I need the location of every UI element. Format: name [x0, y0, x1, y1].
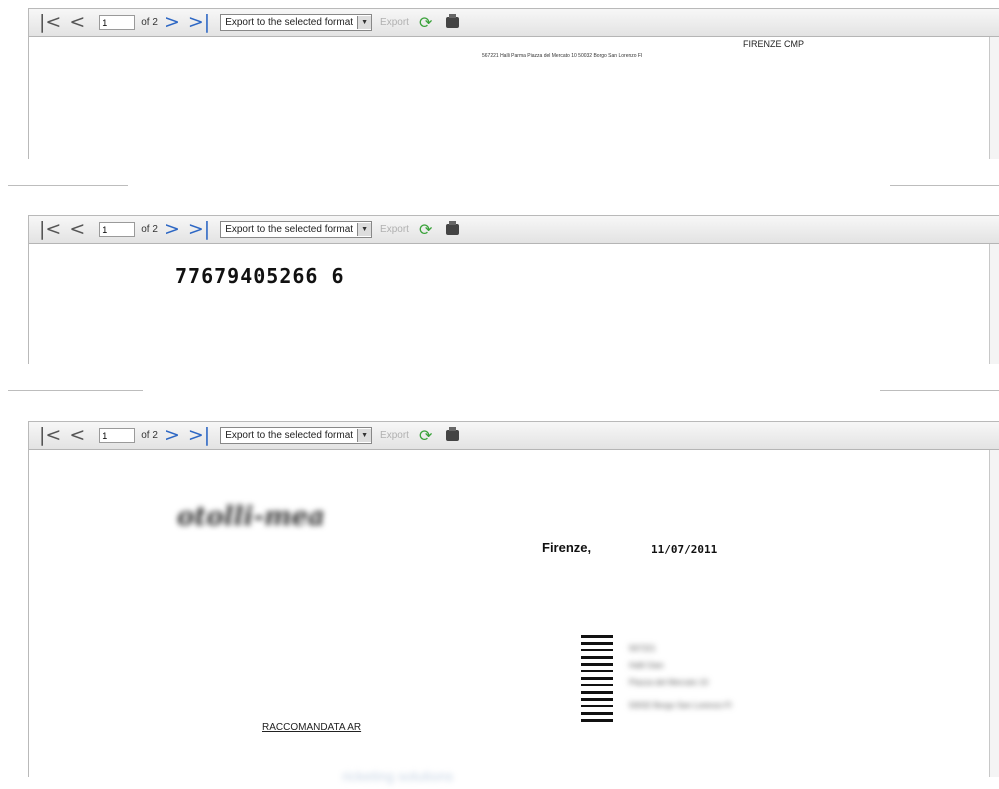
page-count-label: of 2: [141, 430, 158, 441]
divider: [8, 185, 128, 186]
next-page-icon[interactable]: >: [164, 426, 180, 445]
report-viewer-panel-1: |< < of 2 > >| Export to the selected fo…: [28, 8, 999, 159]
barcode: [581, 635, 613, 722]
divider: [890, 185, 999, 186]
divider: [880, 390, 999, 391]
vertical-scrollbar[interactable]: [989, 37, 999, 159]
divider: [8, 390, 143, 391]
page-count-label: of 2: [141, 17, 158, 28]
recipient-block: 567221 Halli Gian Piazza del Mercato 10 …: [629, 640, 732, 714]
print-icon[interactable]: [446, 221, 460, 235]
page-count-label: of 2: [141, 224, 158, 235]
vertical-scrollbar[interactable]: [989, 450, 999, 777]
viewer-toolbar: |< < of 2 > >| Export to the selected fo…: [29, 216, 999, 244]
report-page: FIRENZE CMP 567221 Halli Parma Piazza de…: [29, 37, 999, 158]
export-button[interactable]: Export: [380, 17, 409, 28]
viewer-toolbar: |< < of 2 > >| Export to the selected fo…: [29, 9, 999, 37]
export-button[interactable]: Export: [380, 224, 409, 235]
city-label: Firenze,: [542, 540, 592, 555]
report-page: otolli-mea Firenze, 11/07/2011 567221 Ha…: [29, 450, 999, 776]
next-page-icon[interactable]: >: [164, 13, 180, 32]
tracking-number: 77679405266 6: [175, 264, 345, 288]
next-page-icon[interactable]: >: [164, 220, 180, 239]
prev-page-icon[interactable]: <: [69, 220, 85, 239]
page-number-input[interactable]: [99, 15, 136, 30]
print-icon[interactable]: [446, 427, 460, 441]
chevron-down-icon[interactable]: ▼: [357, 223, 372, 236]
vertical-scrollbar[interactable]: [989, 244, 999, 364]
company-logo: otolli-mea: [177, 502, 326, 532]
report-page: 77679405266 6: [29, 244, 999, 363]
page-number-input[interactable]: [99, 222, 136, 237]
chevron-down-icon[interactable]: ▼: [357, 16, 372, 29]
refresh-icon[interactable]: ⟳: [419, 220, 432, 240]
export-format-label: Export to the selected format: [225, 17, 354, 28]
first-page-icon[interactable]: |<: [39, 13, 61, 32]
last-page-icon[interactable]: >|: [188, 220, 210, 239]
export-format-select[interactable]: Export to the selected format ▼: [220, 427, 373, 444]
report-viewer-panel-2: |< < of 2 > >| Export to the selected fo…: [28, 215, 999, 364]
last-page-icon[interactable]: >|: [188, 426, 210, 445]
export-format-label: Export to the selected format: [225, 224, 354, 235]
recipient-line: 50032 Borgo San Lorenzo FI: [629, 701, 732, 710]
export-format-label: Export to the selected format: [225, 430, 354, 441]
export-button[interactable]: Export: [380, 430, 409, 441]
raccomandata-label: RACCOMANDATA AR: [262, 722, 362, 733]
recipient-line: 567221: [629, 644, 656, 653]
recipient-line: Piazza del Mercato 10: [629, 678, 709, 687]
first-page-icon[interactable]: |<: [39, 220, 61, 239]
report-viewer-panel-3: |< < of 2 > >| Export to the selected fo…: [28, 421, 999, 777]
page-number-input[interactable]: [99, 428, 136, 443]
recipient-line: Halli Gian: [629, 661, 664, 670]
export-format-select[interactable]: Export to the selected format ▼: [220, 221, 373, 238]
sender-address: 567221 Halli Parma Piazza del Mercato 10…: [482, 53, 643, 59]
last-page-icon[interactable]: >|: [188, 13, 210, 32]
prev-page-icon[interactable]: <: [69, 426, 85, 445]
refresh-icon[interactable]: ⟳: [419, 13, 432, 33]
date-label: 11/07/2011: [651, 543, 718, 556]
footer-text: ricketing solutions: [342, 768, 454, 784]
first-page-icon[interactable]: |<: [39, 426, 61, 445]
report-title: FIRENZE CMP: [743, 39, 805, 49]
viewer-toolbar: |< < of 2 > >| Export to the selected fo…: [29, 422, 999, 450]
export-format-select[interactable]: Export to the selected format ▼: [220, 14, 373, 31]
prev-page-icon[interactable]: <: [69, 13, 85, 32]
chevron-down-icon[interactable]: ▼: [357, 429, 372, 442]
print-icon[interactable]: [446, 14, 460, 28]
refresh-icon[interactable]: ⟳: [419, 426, 432, 446]
